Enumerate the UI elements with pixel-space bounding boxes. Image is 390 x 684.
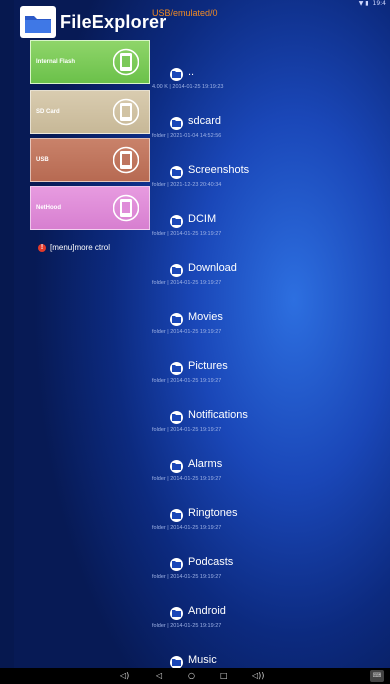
file-meta: 4.00 K | 2014-01-25 19:19:23 xyxy=(152,84,224,90)
folder-icon xyxy=(170,215,183,228)
file-meta: folder | 2021-12-23 20:40:34 xyxy=(152,182,222,188)
file-name: Notifications xyxy=(188,409,248,421)
status-icons: ▼ ▮ xyxy=(358,0,369,7)
sidebar-item-usb[interactable]: USB xyxy=(30,138,150,182)
file-meta: folder | 2014-01-25 19:19:27 xyxy=(152,280,222,286)
sdcard-icon xyxy=(112,97,140,127)
file-name: sdcard xyxy=(188,115,222,127)
file-name: Podcasts xyxy=(188,556,234,568)
status-time: 19:4 xyxy=(372,0,386,7)
current-path: USB/emulated/0 xyxy=(152,8,218,18)
file-row[interactable]: Ringtones folder | 2014-01-25 19:19:27 xyxy=(152,503,372,551)
usb-icon xyxy=(112,145,140,175)
sidebar-item-internal-flash[interactable]: Internal Flash xyxy=(30,40,150,84)
file-name: Ringtones xyxy=(188,507,238,519)
sidebar-item-label: USB xyxy=(36,157,49,163)
file-name: Movies xyxy=(188,311,223,323)
file-row[interactable]: DCIM folder | 2014-01-25 19:19:27 xyxy=(152,209,372,257)
file-meta: folder | 2014-01-25 19:19:27 xyxy=(152,329,222,335)
flash-icon xyxy=(112,47,140,77)
file-name: Screenshots xyxy=(188,164,250,176)
file-meta: folder | 2014-01-25 19:19:27 xyxy=(152,378,222,384)
folder-icon xyxy=(170,264,183,277)
folder-icon xyxy=(170,313,183,326)
file-meta: folder | 2021-01-04 14:52:56 xyxy=(152,133,222,139)
app-screen: ▼ ▮ 19:4 FileExplorer USB/emulated/0 Int… xyxy=(14,0,390,684)
file-row[interactable]: Movies folder | 2014-01-25 19:19:27 xyxy=(152,307,372,355)
app-title: FileExplorer xyxy=(60,12,167,32)
warning-icon: ! xyxy=(38,243,46,252)
file-row[interactable]: Alarms folder | 2014-01-25 19:19:27 xyxy=(152,454,372,502)
file-row[interactable]: Android folder | 2014-01-25 19:19:27 xyxy=(152,601,372,649)
file-meta: folder | 2014-01-25 19:19:27 xyxy=(152,476,222,482)
back-icon[interactable]: ◁ xyxy=(156,672,162,680)
file-name: Music xyxy=(188,654,217,666)
file-meta: folder | 2014-01-25 19:19:27 xyxy=(152,525,222,531)
folder-icon xyxy=(170,460,183,473)
home-icon[interactable]: ○ xyxy=(188,672,195,680)
file-row[interactable]: Pictures folder | 2014-01-25 19:19:27 xyxy=(152,356,372,404)
file-row[interactable]: Notifications folder | 2014-01-25 19:19:2… xyxy=(152,405,372,453)
file-row[interactable]: Podcasts folder | 2014-01-25 19:19:27 xyxy=(152,552,372,600)
file-name: Android xyxy=(188,605,226,617)
file-meta: folder | 2014-01-25 19:19:27 xyxy=(152,623,222,629)
folder-icon xyxy=(170,166,183,179)
file-row[interactable]: Screenshots folder | 2021-12-23 20:40:34 xyxy=(152,160,372,208)
volume-down-icon[interactable]: ◁) xyxy=(120,672,129,680)
keyboard-icon[interactable]: ⌨ xyxy=(370,670,384,682)
menu-hint[interactable]: ! [menu]more ctrol xyxy=(38,243,110,252)
file-row[interactable]: Download folder | 2014-01-25 19:19:27 xyxy=(152,258,372,306)
folder-icon xyxy=(170,68,183,81)
menu-hint-label: [menu]more ctrol xyxy=(50,243,111,252)
file-name: DCIM xyxy=(188,213,217,225)
sidebar-item-label: NetHood xyxy=(36,205,61,211)
file-row[interactable]: sdcard folder | 2021-01-04 14:52:56 xyxy=(152,111,372,159)
app-logo-icon xyxy=(20,6,56,38)
recents-icon[interactable]: □ xyxy=(220,672,228,680)
sidebar-item-label: Internal Flash xyxy=(36,59,76,65)
folder-icon xyxy=(170,362,183,375)
file-meta: folder | 2014-01-25 19:19:27 xyxy=(152,231,222,237)
volume-up-icon[interactable]: ◁)) xyxy=(252,672,264,680)
folder-icon xyxy=(170,411,183,424)
folder-icon xyxy=(170,509,183,522)
file-name: .. xyxy=(188,66,195,78)
file-name: Alarms xyxy=(188,458,223,470)
sidebar-item-nethood[interactable]: NetHood xyxy=(30,186,150,230)
nethood-icon xyxy=(112,193,140,223)
folder-icon xyxy=(170,117,183,130)
file-meta: folder | 2014-01-25 19:19:27 xyxy=(152,427,222,433)
file-meta: folder | 2014-01-25 19:19:27 xyxy=(152,574,222,580)
sidebar-item-sd-card[interactable]: SD Card xyxy=(30,90,150,134)
file-name: Download xyxy=(188,262,237,274)
folder-icon xyxy=(170,558,183,571)
folder-icon xyxy=(170,607,183,620)
navigation-bar: ◁) ◁ ○ □ ◁)) ⌨ xyxy=(0,668,390,684)
file-row[interactable]: .. 4.00 K | 2014-01-25 19:19:23 xyxy=(152,62,372,110)
file-name: Pictures xyxy=(188,360,228,372)
sidebar-item-label: SD Card xyxy=(36,109,60,115)
